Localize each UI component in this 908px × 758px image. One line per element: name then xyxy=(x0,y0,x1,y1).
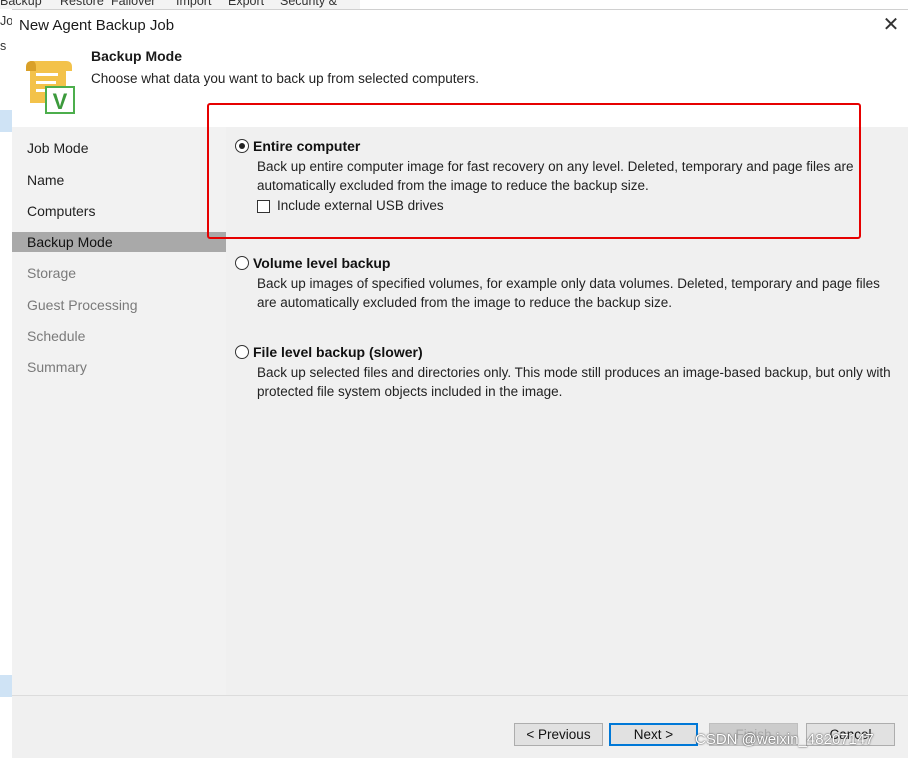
csdn-watermark: CSDN @weixin_48207147 xyxy=(695,731,874,748)
next-button[interactable]: Next > xyxy=(609,723,698,746)
radio-entire-computer[interactable] xyxy=(235,139,249,153)
radio-file-level-backup[interactable] xyxy=(235,345,249,359)
step-schedule: Schedule xyxy=(27,328,86,344)
option-entire-computer-description: Back up entire computer image for fast r… xyxy=(257,159,854,193)
option-file-level-title[interactable]: File level backup (slower) xyxy=(253,344,423,360)
backup-mode-options-panel: Entire computer Back up entire computer … xyxy=(226,127,908,695)
checkbox-include-usb-drives[interactable] xyxy=(257,200,270,213)
bg-menu-security: Security & xyxy=(280,0,337,8)
step-computers[interactable]: Computers xyxy=(12,201,226,221)
step-name[interactable]: Name xyxy=(12,170,226,190)
option-file-level-description: Back up selected files and directories o… xyxy=(257,365,891,399)
option-entire-computer-title[interactable]: Entire computer xyxy=(253,138,360,154)
step-job-mode[interactable]: Job Mode xyxy=(12,138,226,158)
option-volume-level-title[interactable]: Volume level backup xyxy=(253,255,390,271)
backup-scroll-icon: V xyxy=(24,57,76,115)
wizard-steps-sidebar: Job Mode Name Computers Backup Mode Stor… xyxy=(12,127,226,757)
new-agent-backup-job-dialog: New Agent Backup Job ✕ V Backup Mode Cho… xyxy=(12,9,908,758)
bg-left-selection-2 xyxy=(0,675,12,697)
background-menubar: Backup Restore Failover Import Export Se… xyxy=(0,0,360,9)
radio-volume-level-backup[interactable] xyxy=(235,256,249,270)
page-title: Backup Mode xyxy=(91,48,183,64)
bg-menu-failover: Failover xyxy=(111,0,156,8)
close-icon[interactable]: ✕ xyxy=(880,14,902,36)
bg-menu-import: Import xyxy=(176,0,212,8)
page-description: Choose what data you want to back up fro… xyxy=(91,71,479,86)
dialog-footer: < Previous Next > Finish Cancel xyxy=(12,695,908,758)
bg-menu-restore: Restore xyxy=(60,0,104,8)
bg-menu-backup: Backup xyxy=(0,0,42,8)
step-backup-mode[interactable]: Backup Mode xyxy=(12,232,226,252)
checkbox-include-usb-drives-label[interactable]: Include external USB drives xyxy=(277,198,444,213)
bg-left-selection-1 xyxy=(0,110,12,132)
bg-menu-export: Export xyxy=(228,0,265,8)
bg-left-label-2: s xyxy=(0,39,7,53)
step-guest-processing: Guest Processing xyxy=(27,297,138,313)
previous-button[interactable]: < Previous xyxy=(514,723,603,746)
option-volume-level-description: Back up images of specified volumes, for… xyxy=(257,276,880,310)
backup-icon-letter: V xyxy=(53,89,68,114)
step-summary: Summary xyxy=(27,359,87,375)
dialog-title: New Agent Backup Job xyxy=(19,17,175,34)
step-storage: Storage xyxy=(27,265,77,281)
